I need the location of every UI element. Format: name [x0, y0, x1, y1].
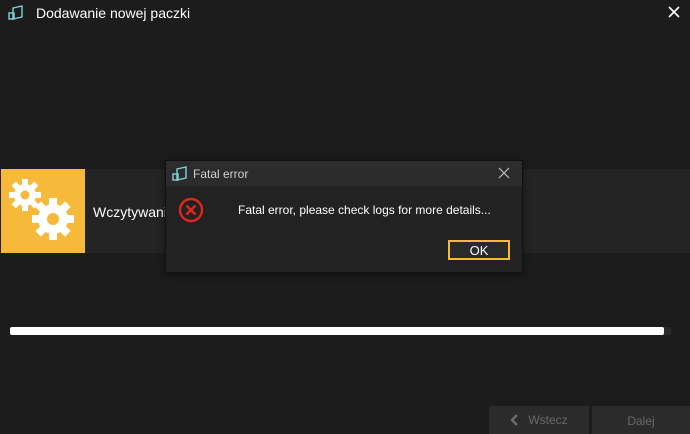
app-logo-icon [172, 166, 187, 181]
close-icon[interactable] [498, 167, 510, 179]
gears-icon [9, 179, 74, 240]
next-button-label: Dalej [627, 414, 655, 428]
app-logo-icon [8, 5, 23, 20]
title-bar: Dodawanie nowej paczki [0, 0, 690, 30]
window-title: Dodawanie nowej paczki [36, 5, 191, 21]
ok-button[interactable]: OK [448, 240, 510, 260]
progress-bar [10, 327, 671, 335]
dialog-header: Fatal error [166, 161, 522, 186]
close-icon[interactable] [666, 4, 682, 20]
back-button-label: Wstecz [528, 413, 568, 427]
back-button[interactable]: Wstecz [489, 406, 589, 434]
chevron-left-icon [510, 414, 519, 426]
next-button[interactable]: Dalej [592, 406, 690, 434]
dialog-title: Fatal error [193, 167, 249, 181]
fatal-error-dialog: Fatal error Fatal error, please check lo… [166, 161, 522, 272]
dialog-message: Fatal error, please check logs for more … [238, 203, 491, 217]
progress-fill [10, 327, 665, 335]
status-icon-tile [1, 169, 85, 253]
status-label: Wczytywanie [93, 204, 175, 220]
error-x-icon [178, 197, 204, 223]
